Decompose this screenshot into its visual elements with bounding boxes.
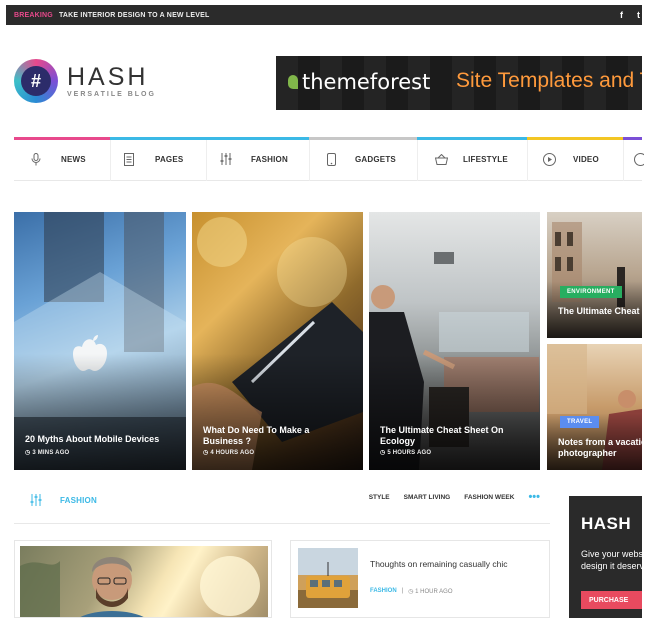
main-navigation: NEWS PAGES FASHION GADGETS LIFESTYLE VID…	[14, 137, 644, 181]
post-time: ◷ 1 HOUR AGO	[408, 589, 453, 595]
post-image	[20, 546, 268, 617]
basket-icon	[434, 152, 448, 166]
nav-item-more[interactable]	[623, 137, 644, 181]
breaking-label: BREAKING	[14, 11, 53, 19]
category-badge[interactable]: ENVIRONMENT	[560, 286, 622, 298]
featured-post-1[interactable]: 20 Myths About Mobile Devices ◷ 3 MINS A…	[14, 212, 186, 470]
twitter-icon[interactable]: t	[637, 10, 640, 20]
ad-text: Give your website design it deserves	[581, 549, 642, 571]
themeforest-logo: themeforest	[287, 70, 431, 94]
post-title[interactable]: The Ultimate Cheat Sheet On Ecology	[558, 306, 642, 317]
breaking-headline-link[interactable]: TAKE INTERIOR DESIGN TO A NEW LEVEL	[59, 12, 210, 19]
post-title[interactable]: Notes from a vacation photographer	[558, 437, 642, 459]
fashion-post-small: Thoughts on remaining casually chic FASH…	[290, 540, 550, 618]
nav-item-video[interactable]: VIDEO	[527, 137, 623, 181]
featured-post-2[interactable]: What Do Need To Make a Business ? ◷ 4 HO…	[192, 212, 363, 470]
facebook-icon[interactable]: f	[620, 10, 623, 20]
breaking-bar: BREAKING TAKE INTERIOR DESIGN TO A NEW L…	[6, 5, 642, 25]
filter-smart-living[interactable]: SMART LIVING	[404, 494, 451, 501]
sliders-icon	[219, 152, 233, 166]
featured-post-3[interactable]: The Ultimate Cheat Sheet On Ecology ◷ 5 …	[369, 212, 540, 470]
ad-title: HASH	[581, 514, 632, 533]
post-title[interactable]: The Ultimate Cheat Sheet On Ecology	[380, 425, 510, 447]
more-dots-icon[interactable]: •••	[528, 492, 540, 503]
post-time: ◷ 4 HOURS AGO	[203, 450, 255, 456]
document-icon	[122, 152, 136, 166]
more-icon	[632, 152, 646, 166]
post-time: ◷ 5 HOURS AGO	[380, 450, 432, 456]
post-title[interactable]: Thoughts on remaining casually chic	[370, 558, 520, 570]
advertisement-banner[interactable]: themeforest Site Templates and Th	[276, 56, 642, 110]
social-links: f t	[620, 5, 642, 25]
featured-post-5[interactable]: TRAVEL Notes from a vacation photographe…	[547, 344, 642, 470]
featured-post-4[interactable]: ENVIRONMENT The Ultimate Cheat Sheet On …	[547, 212, 642, 338]
site-logo[interactable]: # HASH VERSATILE BLOG	[14, 59, 156, 103]
hash-logo-icon: #	[14, 59, 58, 103]
nav-item-gadgets[interactable]: GADGETS	[309, 137, 417, 181]
post-time: ◷ 3 MINS AGO	[25, 450, 70, 456]
meta-separator: |	[401, 588, 404, 594]
post-thumbnail[interactable]	[298, 548, 358, 608]
nav-item-fashion[interactable]: FASHION	[206, 137, 309, 181]
sidebar-advertisement: HASH Give your website design it deserve…	[569, 496, 642, 618]
phone-icon	[324, 152, 338, 166]
filter-style[interactable]: STYLE	[369, 494, 390, 501]
post-title[interactable]: What Do Need To Make a Business ?	[203, 425, 323, 447]
nav-item-news[interactable]: NEWS	[14, 137, 110, 181]
banner-slogan: Site Templates and Th	[456, 69, 642, 92]
section-filter-links: STYLE SMART LIVING FASHION WEEK •••	[369, 492, 540, 503]
post-title[interactable]: 20 Myths About Mobile Devices	[25, 434, 185, 445]
site-subtitle: VERSATILE BLOG	[67, 90, 156, 98]
purchase-button[interactable]: PURCHASE	[581, 591, 642, 609]
filter-fashion-week[interactable]: FASHION WEEK	[464, 494, 514, 501]
microphone-icon	[29, 152, 43, 166]
section-title: FASHION	[60, 496, 97, 505]
category-badge[interactable]: TRAVEL	[560, 416, 600, 428]
post-meta: FASHION | ◷ 1 HOUR AGO	[370, 588, 452, 595]
fashion-section-header: FASHION STYLE SMART LIVING FASHION WEEK …	[14, 487, 550, 524]
nav-item-lifestyle[interactable]: LIFESTYLE	[417, 137, 527, 181]
fashion-post-large[interactable]	[14, 540, 272, 618]
post-category[interactable]: FASHION	[370, 588, 397, 595]
nav-item-pages[interactable]: PAGES	[110, 137, 206, 181]
sliders-icon	[30, 494, 42, 509]
site-title: HASH	[67, 62, 149, 91]
play-icon	[542, 152, 556, 166]
